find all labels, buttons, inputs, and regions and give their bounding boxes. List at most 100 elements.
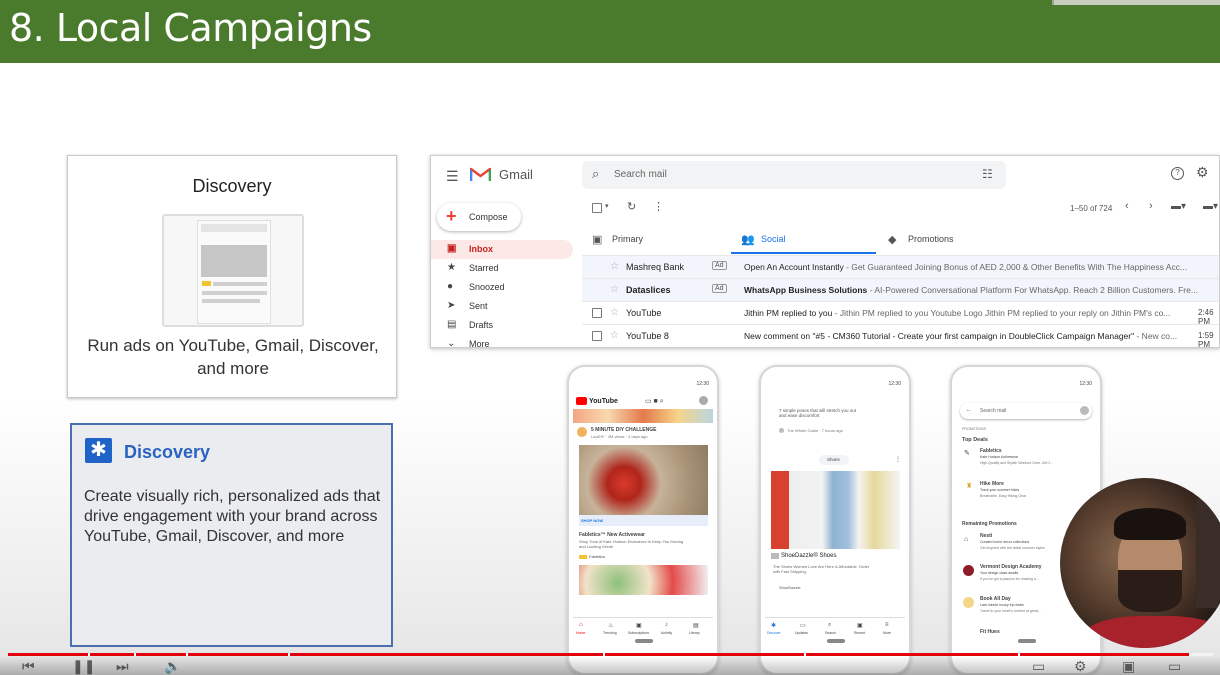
ad-image: [771, 471, 900, 549]
bell-icon: ♪: [665, 622, 668, 628]
previous-icon[interactable]: ⏮: [22, 658, 35, 675]
draft-icon: ▤: [447, 319, 457, 330]
video-frame[interactable]: 8. Local Campaigns Discovery Run ads on …: [0, 0, 1220, 675]
send-icon: ➤: [447, 300, 456, 311]
status-time: 12:30: [696, 381, 709, 387]
gmail-nav-drafts: ▤ Drafts: [447, 319, 494, 330]
subtitles-icon[interactable]: ▭: [1032, 658, 1045, 675]
brand-logo-icon: ♜: [966, 483, 973, 490]
more-vert-icon: ⋮: [653, 201, 664, 213]
discovery-detail-card: ✱ Discovery Create visually rich, person…: [70, 423, 393, 647]
header-thumbnail: [1052, 0, 1220, 5]
hamburger-menu-icon: ☰: [446, 168, 459, 184]
select-all-checkbox: [592, 203, 602, 213]
next-video-thumbnail: [579, 565, 708, 595]
star-icon: ☆: [610, 307, 619, 318]
youtube-app-name: YouTube: [589, 398, 618, 405]
chevron-right-icon: ›: [1149, 200, 1153, 212]
refresh-icon: ↻: [627, 201, 637, 213]
ad-badge: Ad: [712, 284, 727, 293]
discover-bottom-nav: ✱ ▭ ⌕ ▣ ≡ Discover Updates Search Recent…: [765, 617, 905, 639]
discovery-card-description: Run ads on YouTube, Gmail, Discover, and…: [87, 336, 379, 378]
gmail-screenshot: ☰ Gmail ⌕ Search mail ☷ ? ⚙ + Compose ▣ …: [430, 155, 1220, 348]
brand-logo-icon: [963, 565, 974, 576]
compose-button: + Compose: [437, 203, 521, 231]
asterisk-icon: ✱: [771, 623, 777, 629]
gmail-search-bar: ⌕ Search mail ☷: [582, 161, 1006, 189]
email-row: ☆ Dataslices Ad WhatsApp Business Soluti…: [582, 278, 1219, 301]
channel-avatar: [577, 427, 587, 437]
player-controls: ⏮ ❚❚ ⏭ 🔈 ▭ ⚙ ▣ ▭: [0, 656, 1220, 675]
phone-discover: 12:30 7 simple poses that will stretch y…: [759, 365, 911, 675]
slide-title: 8. Local Campaigns: [9, 6, 372, 50]
keyboard-icon: ▬▾: [1203, 201, 1219, 212]
email-row: ☆ YouTube Jithin PM replied to you - Jit…: [582, 301, 1219, 326]
plus-icon: +: [446, 206, 457, 226]
recent-icon: ▣: [857, 623, 863, 629]
next-icon[interactable]: ⏭: [116, 658, 129, 675]
gmail-pagination: 1–50 of 724: [1070, 204, 1113, 213]
clock-icon: ●: [447, 281, 454, 292]
gmail-nav-more: ⌄ More: [447, 338, 490, 348]
discovery-card: Discovery Run ads on YouTube, Gmail, Dis…: [67, 155, 397, 398]
avatar: [1080, 406, 1089, 415]
subscriptions-icon: ▣: [636, 623, 642, 629]
slide-header: 8. Local Campaigns: [0, 0, 1220, 63]
gmail-nav-sent: ➤ Sent: [447, 300, 488, 311]
status-time: 12:30: [888, 381, 901, 387]
pause-icon[interactable]: ❚❚: [72, 658, 95, 675]
updates-icon: ▭: [800, 623, 806, 629]
presenter-webcam: [1060, 478, 1220, 648]
density-icon: ▬▾: [1171, 201, 1187, 212]
gmail-nav-starred: ★ Starred: [447, 262, 499, 273]
chevron-down-icon: ▾: [605, 203, 609, 210]
trending-icon: ♨: [608, 623, 614, 629]
star-icon: ★: [447, 262, 456, 273]
tag-icon: ◆: [888, 234, 897, 246]
chevron-left-icon: ‹: [1125, 200, 1129, 212]
theater-mode-icon[interactable]: ▭: [1168, 658, 1181, 675]
miniplayer-icon[interactable]: ▣: [1122, 658, 1135, 675]
gmail-nav-inbox: ▣ Inbox: [431, 240, 573, 259]
gmail-logo-icon: [470, 167, 491, 181]
more-icon: ≡: [885, 622, 889, 628]
discovery-card-title: Discovery: [192, 176, 272, 196]
video-thumbnail: [573, 409, 713, 423]
gear-icon[interactable]: ⚙: [1074, 658, 1087, 675]
youtube-logo-icon: [576, 397, 587, 405]
ad-badge: [579, 555, 587, 559]
help-icon: ?: [1171, 167, 1184, 180]
asterisk-icon: ✱: [85, 438, 112, 463]
inbox-icon: ▣: [592, 234, 603, 246]
email-row: ☆ YouTube 8 New comment on "#5 - CM360 T…: [582, 324, 1219, 347]
gmail-nav-snoozed: ● Snoozed: [447, 281, 505, 292]
ad-badge: Ad: [712, 261, 727, 270]
search-icon: ⌕: [592, 166, 600, 181]
brand-logo-icon: ✎: [964, 450, 970, 457]
brand-logo-icon: [963, 597, 974, 608]
tab-social: 👥 Social: [731, 226, 876, 254]
shop-now-button: SHOP NOW: [581, 518, 604, 523]
star-icon: ☆: [610, 330, 619, 341]
home-icon: ⌂: [579, 622, 583, 628]
tab-primary: ▣ Primary: [592, 234, 643, 246]
discovery-detail-title: Discovery: [124, 442, 211, 462]
search-icon: ⌕: [828, 622, 832, 628]
status-time: 12:30: [1079, 381, 1092, 387]
cast-icon: ▭ ■ ⌕: [645, 398, 664, 405]
volume-icon[interactable]: 🔈: [164, 658, 181, 675]
people-icon: 👥: [741, 234, 755, 246]
phone-youtube: 12:30 YouTube ▭ ■ ⌕ 5 MINUTE DIY CHALLEN…: [567, 365, 719, 675]
tab-promotions: ◆ Promotions: [888, 234, 954, 246]
gear-icon: ⚙: [1196, 164, 1209, 180]
back-arrow-icon: ←: [966, 407, 972, 413]
email-row: ☆ Mashreq Bank Ad Open An Account Instan…: [582, 255, 1219, 278]
youtube-bottom-nav: ⌂ ♨ ▣ ♪ ▤ Home Trending Subscriptions Ac…: [573, 617, 713, 639]
filter-options-icon: ☷: [982, 167, 993, 181]
discovery-illustration: [162, 214, 304, 327]
discovery-detail-description: Create visually rich, personalized ads t…: [84, 488, 381, 545]
library-icon: ▤: [693, 623, 699, 629]
gmail-search-placeholder: Search mail: [614, 169, 667, 180]
star-icon: ☆: [610, 284, 619, 295]
inbox-icon: ▣: [447, 243, 457, 254]
